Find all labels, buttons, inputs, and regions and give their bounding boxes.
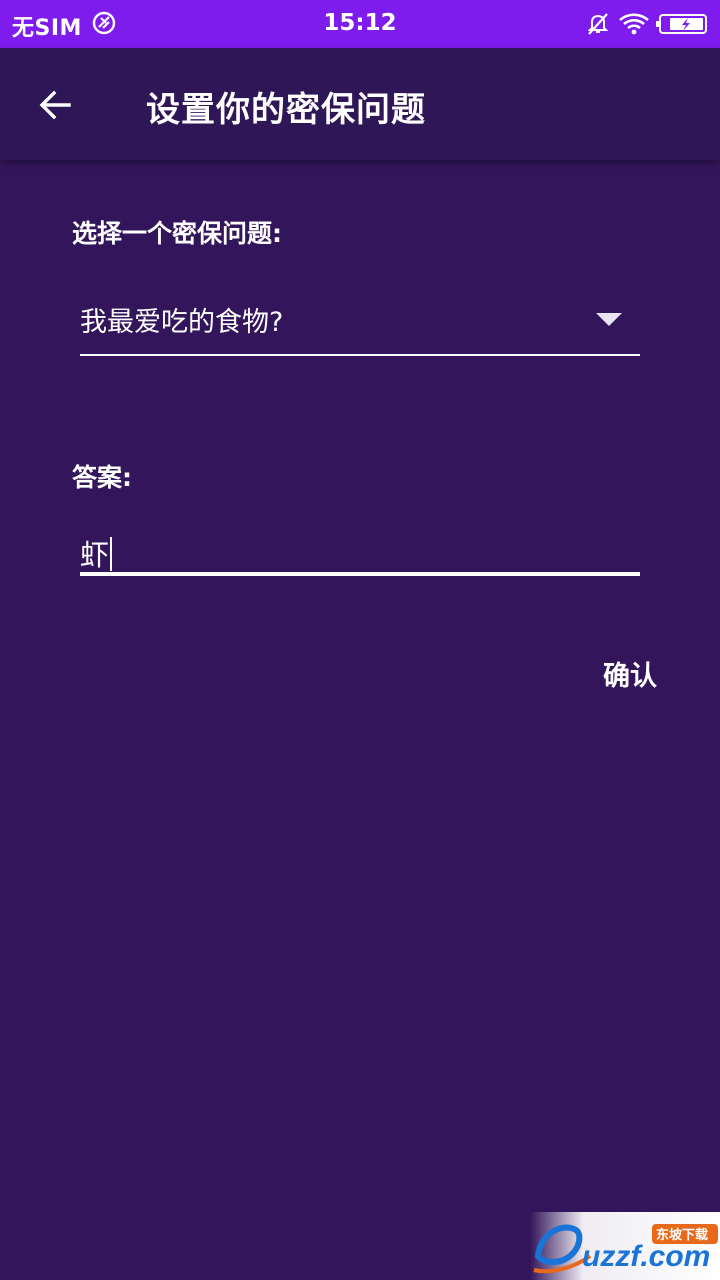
status-bar: 无SIM 15:12 bbox=[0, 0, 720, 48]
question-label: 选择一个密保问题: bbox=[72, 219, 282, 248]
confirm-button[interactable]: 确认 bbox=[588, 648, 672, 698]
answer-text: 虾 bbox=[80, 538, 110, 572]
watermark: uzzf.com 东坡下载 bbox=[530, 1212, 720, 1280]
triangle-down-icon bbox=[596, 312, 622, 326]
svg-text:uzzf.com: uzzf.com bbox=[582, 1240, 710, 1273]
answer-value: 虾 bbox=[80, 532, 113, 574]
mute-icon bbox=[586, 11, 610, 37]
back-button[interactable] bbox=[28, 80, 82, 130]
app-bar: 设置你的密保问题 bbox=[0, 48, 720, 160]
answer-label: 答案: bbox=[72, 463, 132, 492]
arrow-left-icon bbox=[39, 90, 71, 120]
selected-question: 我最爱吃的食物? bbox=[80, 307, 284, 338]
uzzf-logo: uzzf.com 东坡下载 bbox=[533, 1224, 718, 1274]
question-dropdown[interactable]: 我最爱吃的食物? bbox=[80, 290, 640, 356]
page-title: 设置你的密保问题 bbox=[146, 90, 426, 130]
text-cursor bbox=[110, 537, 113, 571]
wifi-icon bbox=[618, 12, 650, 36]
clock: 15:12 bbox=[323, 10, 397, 36]
battery-charging-icon bbox=[656, 12, 710, 36]
svg-text:东坡下载: 东坡下载 bbox=[656, 1227, 708, 1243]
answer-input[interactable]: 虾 bbox=[80, 524, 640, 576]
